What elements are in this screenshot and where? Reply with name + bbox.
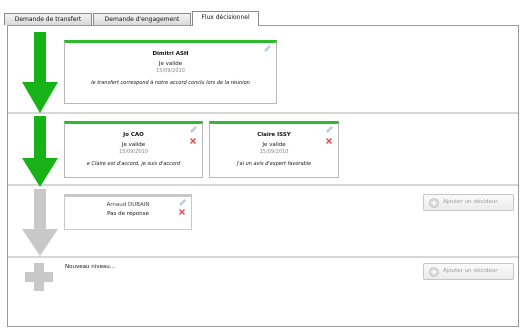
decision-text: Je valide bbox=[121, 142, 146, 148]
delete-icon[interactable] bbox=[326, 138, 332, 144]
delete-icon[interactable] bbox=[179, 209, 185, 215]
arrow-down-icon bbox=[22, 189, 58, 256]
edit-pencil-icon[interactable] bbox=[179, 199, 186, 206]
decision-date: 15/09/2010 bbox=[156, 68, 185, 74]
add-decider-button[interactable]: Ajouter un décideur bbox=[423, 194, 514, 211]
decision-comment: e Claire est d'accord, je suis d'accord bbox=[86, 161, 181, 167]
decider-card: Jo CAO Je valide 15/09/2010 e Claire est… bbox=[64, 121, 203, 178]
tab-flux-decisionnel[interactable]: Flux décisionnel bbox=[192, 11, 259, 26]
add-decider-label: Ajouter un décideur bbox=[443, 268, 498, 274]
decision-date: 15/09/2010 bbox=[259, 149, 289, 155]
plus-icon bbox=[25, 263, 53, 291]
tab-demande-d-engagement[interactable]: Demande d'engagement bbox=[93, 13, 191, 25]
decider-card: Claire ISSY Je valide 15/09/2010 j'ai un… bbox=[209, 121, 339, 178]
decision-date: 15/09/2010 bbox=[119, 149, 148, 155]
delete-icon[interactable] bbox=[190, 138, 196, 144]
add-decider-button[interactable]: Ajouter un décideur bbox=[423, 263, 514, 280]
tab-label: Demande de transfert bbox=[14, 16, 82, 23]
tab-label: Demande d'engagement bbox=[104, 16, 180, 23]
decider-name: Claire ISSY bbox=[257, 132, 291, 138]
decision-text: Pas de réponse bbox=[107, 211, 149, 217]
decision-text: Je valide bbox=[262, 142, 286, 148]
tab-demande-de-transfert[interactable]: Demande de transfert bbox=[4, 13, 92, 25]
decider-name: Jo CAO bbox=[123, 132, 144, 138]
arrow-down-icon bbox=[22, 116, 58, 187]
decision-text: Je valide bbox=[158, 61, 183, 67]
new-level-label: Nouveau niveau... bbox=[65, 264, 115, 270]
edit-pencil-icon[interactable] bbox=[326, 126, 333, 133]
add-icon bbox=[429, 198, 439, 208]
edit-pencil-icon[interactable] bbox=[190, 126, 197, 133]
add-decider-label: Ajouter un décideur bbox=[443, 199, 498, 205]
decider-name: Dimitri ASH bbox=[152, 51, 189, 57]
decision-comment: j'ai un avis d'expert favorable bbox=[236, 161, 312, 167]
level-separator bbox=[8, 184, 518, 186]
add-icon bbox=[429, 267, 439, 277]
decider-card: Dimitri ASH Je valide 15/09/2010 le tran… bbox=[64, 40, 277, 104]
decision-comment: le transfert correspond à notre accord c… bbox=[91, 80, 250, 86]
edit-pencil-icon[interactable] bbox=[264, 45, 271, 52]
level-separator bbox=[8, 112, 518, 114]
level-separator bbox=[8, 256, 518, 258]
decider-name: Arnaud DUBAIN bbox=[106, 202, 150, 208]
decider-card: Arnaud DUBAIN Pas de réponse bbox=[64, 194, 192, 230]
tab-label: Flux décisionnel bbox=[201, 14, 250, 21]
arrow-down-icon bbox=[22, 32, 58, 113]
